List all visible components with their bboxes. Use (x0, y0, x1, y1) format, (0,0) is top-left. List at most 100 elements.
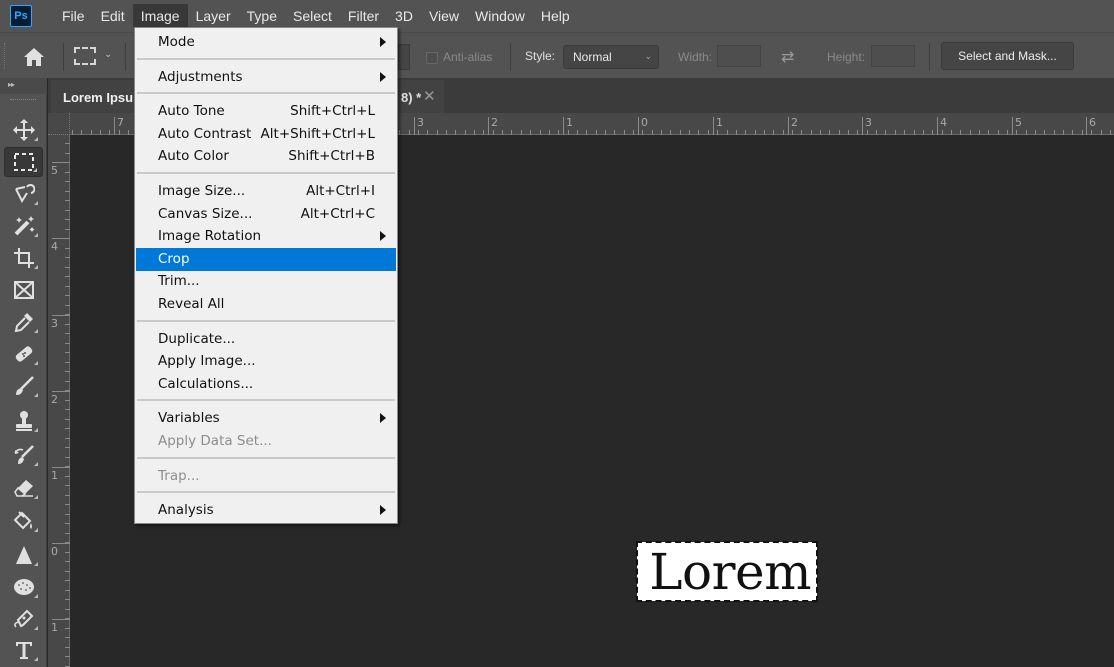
menu-file[interactable]: File (54, 4, 93, 28)
ruler-minor-tick (1072, 130, 1073, 135)
menu-item-calculations[interactable]: Calculations... (136, 373, 396, 395)
document-image-selection[interactable]: Lorem (636, 541, 818, 602)
chevron-down-icon[interactable]: ⌄ (104, 49, 112, 60)
ruler-tick-label: 0 (51, 545, 58, 558)
lasso-tool[interactable] (4, 179, 43, 209)
menu-item-adjustments[interactable]: Adjustments (136, 66, 396, 88)
move-tool[interactable] (4, 115, 43, 145)
ruler-tick-label: 1 (566, 116, 573, 129)
ruler-minor-tick (65, 352, 70, 353)
menu-item-label: Trim... (158, 273, 200, 290)
eraser-tool[interactable] (4, 473, 43, 503)
menu-select[interactable]: Select (285, 4, 340, 28)
collapse-panel-icon[interactable]: ▸▸ (8, 80, 15, 89)
ruler-tick-label: 5 (1015, 116, 1022, 129)
ruler-minor-tick (65, 628, 70, 629)
select-and-mask-button[interactable]: Select and Mask... (941, 42, 1074, 70)
ruler-minor-tick (605, 130, 606, 135)
menu-layer[interactable]: Layer (188, 4, 239, 28)
ruler-minor-tick (65, 656, 70, 657)
sharpen-tool[interactable] (4, 540, 43, 570)
menu-item-canvas-size[interactable]: Canvas Size... Alt+Ctrl+C (136, 203, 396, 225)
divider (125, 43, 126, 71)
width-input[interactable] (717, 45, 761, 67)
menu-separator (137, 491, 395, 494)
menu-view[interactable]: View (421, 4, 467, 28)
paint-bucket-tool[interactable] (4, 506, 43, 536)
home-button[interactable] (20, 43, 48, 71)
ruler-minor-tick (65, 191, 70, 192)
swap-width-height-icon[interactable]: ⇄ (781, 47, 794, 67)
ruler-minor-tick (661, 130, 662, 135)
menu-image[interactable]: Image (132, 4, 188, 28)
menu-item-crop[interactable]: Crop (136, 247, 396, 271)
brush-tool[interactable] (4, 371, 43, 401)
menu-3d[interactable]: 3D (387, 4, 421, 28)
clone-stamp-tool[interactable] (4, 406, 43, 436)
menu-item-mode[interactable]: Mode (136, 31, 396, 53)
menu-window[interactable]: Window (467, 4, 533, 28)
menu-item-image-rotation[interactable]: Image Rotation (136, 225, 396, 247)
frame-tool[interactable] (4, 275, 43, 305)
style-select[interactable]: Normal ⌄ (563, 45, 659, 69)
pen-icon (13, 609, 33, 628)
type-tool[interactable] (4, 635, 43, 665)
ruler-minor-tick (427, 130, 428, 135)
pen-tool[interactable] (4, 604, 43, 634)
ruler-minor-tick (689, 130, 690, 135)
magic-wand-tool[interactable] (4, 211, 43, 241)
menu-item-analysis[interactable]: Analysis (136, 499, 396, 521)
options-bar-grip[interactable] (4, 43, 7, 69)
ruler-minor-tick (65, 561, 70, 562)
ruler-major-tick (1012, 117, 1013, 135)
menu-item-image-size[interactable]: Image Size... Alt+Ctrl+I (136, 180, 396, 202)
ruler-minor-tick (511, 130, 512, 135)
ruler-minor-tick (65, 362, 70, 363)
marquee-preset-icon[interactable] (74, 47, 96, 65)
menu-item-auto-contrast[interactable]: Auto Contrast Alt+Shift+Ctrl+L (136, 123, 396, 145)
menu-type[interactable]: Type (239, 4, 285, 28)
healing-brush-tool[interactable] (4, 339, 43, 369)
menu-help[interactable]: Help (533, 4, 578, 28)
ruler-minor-tick (65, 618, 70, 619)
menu-item-auto-tone[interactable]: Auto Tone Shift+Ctrl+L (136, 100, 396, 122)
ruler-minor-tick (65, 400, 70, 401)
history-brush-tool[interactable] (4, 440, 43, 470)
feather-input[interactable] (398, 44, 410, 70)
magic-wand-icon (14, 216, 34, 236)
height-input[interactable] (871, 45, 915, 67)
menu-item-reveal-all[interactable]: Reveal All (136, 293, 396, 315)
crop-tool[interactable] (4, 243, 43, 273)
crop-icon (13, 248, 34, 268)
tool-flyout-indicator (34, 329, 38, 333)
menu-item-duplicate[interactable]: Duplicate... (136, 328, 396, 350)
frame-icon (13, 281, 34, 299)
ruler-minor-tick (549, 130, 550, 135)
ruler-minor-tick (65, 514, 70, 515)
menu-item-trim[interactable]: Trim... (136, 270, 396, 292)
ruler-minor-tick (745, 130, 746, 135)
ruler-minor-tick (988, 130, 989, 135)
ruler-minor-tick (100, 130, 101, 135)
close-tab-icon[interactable]: ✕ (423, 87, 436, 105)
anti-alias-checkbox[interactable] (426, 52, 438, 64)
sponge-tool[interactable] (4, 572, 43, 602)
eyedropper-tool[interactable] (4, 307, 43, 337)
ruler-minor-tick (65, 533, 70, 534)
menu-filter[interactable]: Filter (340, 4, 387, 28)
menu-item-label: Adjustments (158, 68, 243, 85)
ruler-origin[interactable] (48, 113, 70, 135)
menu-item-apply-image[interactable]: Apply Image... (136, 350, 396, 372)
vertical-ruler[interactable]: 5 4 3 2 1 0 1 (48, 135, 70, 667)
tools-panel-grip[interactable] (10, 99, 36, 102)
menu-item-variables[interactable]: Variables (136, 407, 396, 429)
ruler-minor-tick (65, 210, 70, 211)
tool-flyout-indicator (34, 462, 38, 466)
ruler-tick-label: 2 (791, 116, 798, 129)
ruler-minor-tick (801, 130, 802, 135)
menu-item-auto-color[interactable]: Auto Color Shift+Ctrl+B (136, 145, 396, 167)
menu-edit[interactable]: Edit (93, 4, 133, 28)
rectangular-marquee-tool[interactable] (4, 147, 43, 177)
ruler-minor-tick (65, 371, 70, 372)
ruler-minor-tick (65, 599, 70, 600)
